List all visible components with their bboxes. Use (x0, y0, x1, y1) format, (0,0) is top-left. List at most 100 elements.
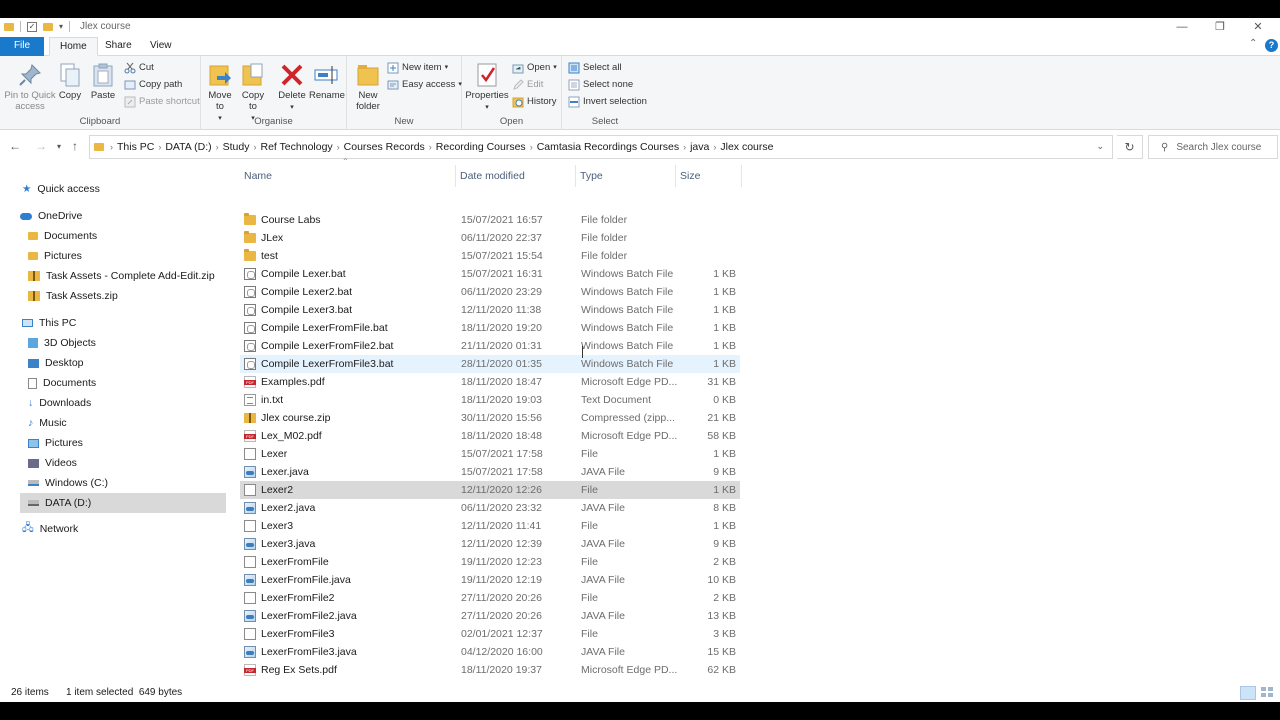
file-row[interactable]: Compile LexerFromFile2.bat 21/11/2020 01:… (240, 337, 740, 355)
file-row[interactable]: Lexer2 12/11/2020 12:26 File 1 KB (240, 481, 740, 499)
copy-to-button[interactable]: Copy to ▾ (239, 58, 267, 124)
select-none-button[interactable]: Select none (568, 77, 633, 92)
breadcrumb-java[interactable]: java (686, 141, 713, 153)
recent-locations-icon[interactable]: ▾ (57, 142, 61, 151)
search-input[interactable]: ⚲ Search Jlex course (1148, 135, 1278, 159)
forward-arrow-icon[interactable]: → (35, 139, 47, 153)
edit-button[interactable]: Edit (512, 77, 543, 92)
file-row[interactable]: Compile LexerFromFile3.bat 28/11/2020 01:… (240, 355, 740, 373)
nav-3d-objects[interactable]: 3D Objects (28, 333, 96, 353)
maximize-button[interactable]: ❐ (1200, 18, 1240, 36)
nav-windows-c[interactable]: Windows (C:) (28, 473, 108, 493)
close-button[interactable]: ✕ (1238, 18, 1278, 36)
nav-videos[interactable]: Videos (28, 453, 77, 473)
paste-shortcut-button[interactable]: Paste shortcut (124, 94, 200, 109)
customize-toolbar-icon[interactable]: ▾ (59, 22, 63, 31)
file-row[interactable]: Lexer2.java 06/11/2020 23:32 JAVA File 8 KB (240, 499, 740, 517)
breadcrumb-this-pc[interactable]: This PC (113, 141, 158, 153)
file-row[interactable]: Lex_M02.pdf 18/11/2020 18:48 Microsoft Edg… (240, 427, 740, 445)
large-icons-view-icon[interactable] (1260, 686, 1276, 700)
file-row[interactable]: Lexer3 12/11/2020 11:41 File 1 KB (240, 517, 740, 535)
breadcrumb-courses-records[interactable]: Courses Records (340, 141, 429, 153)
breadcrumb-recording-courses[interactable]: Recording Courses (432, 141, 530, 153)
select-all-button[interactable]: Select all (568, 60, 622, 75)
nav-this-pc[interactable]: This PC (22, 313, 76, 333)
nav-task-assets-complete-zip[interactable]: Task Assets - Complete Add-Edit.zip (28, 266, 215, 286)
refresh-icon[interactable]: ↻ (1117, 135, 1143, 159)
back-arrow-icon[interactable]: ← (9, 139, 21, 153)
breadcrumb-study[interactable]: Study (219, 141, 254, 153)
breadcrumb-ref-technology[interactable]: Ref Technology (256, 141, 336, 153)
file-row[interactable]: Compile Lexer3.bat 12/11/2020 11:38 Window… (240, 301, 740, 319)
history-button[interactable]: History (512, 94, 557, 109)
file-row[interactable]: Compile Lexer.bat 15/07/2021 16:31 Windows… (240, 265, 740, 283)
column-header-type[interactable]: Type (576, 165, 676, 187)
nav-pictures[interactable]: Pictures (28, 433, 83, 453)
file-row[interactable]: Examples.pdf 18/11/2020 18:47 Microsoft Ed… (240, 373, 740, 391)
file-row[interactable]: Course Labs 15/07/2021 16:57 File folder (240, 211, 740, 229)
nav-onedrive-pictures[interactable]: Pictures (28, 246, 82, 266)
breadcrumb-data-d[interactable]: DATA (D:) (161, 141, 215, 153)
nav-music[interactable]: ♪ Music (28, 413, 67, 433)
file-row[interactable]: JLex 06/11/2020 22:37 File folder (240, 229, 740, 247)
nav-network[interactable]: 🖧 Network (22, 519, 78, 539)
nav-onedrive-documents[interactable]: Documents (28, 226, 97, 246)
help-icon[interactable]: ? (1265, 39, 1278, 52)
nav-task-assets-zip[interactable]: Task Assets.zip (28, 286, 118, 306)
copy-path-button[interactable]: Copy path (124, 77, 182, 92)
pin-to-quick-access-button[interactable]: Pin to Quick access (4, 58, 56, 112)
column-header-name[interactable]: Name (240, 165, 456, 187)
file-row[interactable]: Lexer.java 15/07/2021 17:58 JAVA File 9 KB (240, 463, 740, 481)
file-row[interactable]: LexerFromFile 19/11/2020 12:23 File 2 KB (240, 553, 740, 571)
details-view-icon[interactable] (1240, 686, 1256, 700)
properties-button[interactable]: Properties ▾ (465, 58, 509, 113)
column-header-date[interactable]: Date modified (456, 165, 576, 187)
chevron-down-icon[interactable]: ⌄ (1096, 141, 1104, 152)
new-folder-button[interactable]: New folder (351, 58, 385, 112)
nav-onedrive[interactable]: OneDrive (20, 206, 82, 226)
address-bar[interactable]: › This PC › DATA (D:) › Study › Ref Tech… (89, 135, 1113, 159)
up-arrow-icon[interactable]: ↑ (72, 139, 78, 153)
invert-selection-button[interactable]: Invert selection (568, 94, 647, 109)
breadcrumb-camtasia-recordings-courses[interactable]: Camtasia Recordings Courses (533, 141, 683, 153)
nav-downloads[interactable]: ↓ Downloads (28, 393, 91, 413)
file-row[interactable]: in.txt 18/11/2020 19:03 Text Document 0 KB (240, 391, 740, 409)
nav-documents[interactable]: Documents (28, 373, 96, 393)
file-row[interactable]: Compile LexerFromFile.bat 18/11/2020 19:2… (240, 319, 740, 337)
file-row[interactable]: LexerFromFile3 02/01/2021 12:37 File 3 KB (240, 625, 740, 643)
new-item-button[interactable]: New item ▾ (387, 60, 448, 75)
properties-quick-icon[interactable]: ✓ (27, 21, 37, 32)
file-type: JAVA File (581, 502, 625, 514)
column-header-size[interactable]: Size (676, 165, 742, 187)
file-row[interactable]: Lexer3.java 12/11/2020 12:39 JAVA File 9 KB (240, 535, 740, 553)
breadcrumb-jlex-course[interactable]: Jlex course (716, 141, 777, 153)
file-row[interactable]: LexerFromFile2 27/11/2020 20:26 File 2 KB (240, 589, 740, 607)
nav-data-d[interactable]: DATA (D:) (20, 493, 226, 513)
tab-home[interactable]: Home (49, 37, 98, 56)
rename-button[interactable]: Rename (309, 58, 345, 101)
cut-button[interactable]: Cut (124, 60, 154, 75)
file-row[interactable]: LexerFromFile2.java 27/11/2020 20:26 JAVA … (240, 607, 740, 625)
paste-button[interactable]: Paste (89, 58, 117, 101)
file-row[interactable]: Jlex course.zip 30/11/2020 15:56 Compresse… (240, 409, 740, 427)
file-row[interactable]: Lexer 15/07/2021 17:58 File 1 KB (240, 445, 740, 463)
copy-button[interactable]: Copy (57, 58, 83, 101)
nav-desktop[interactable]: Desktop (28, 353, 84, 373)
new-folder-quick-icon[interactable] (43, 22, 53, 31)
file-row[interactable]: test 15/07/2021 15:54 File folder (240, 247, 740, 265)
open-button[interactable]: Open ▾ (512, 60, 557, 75)
file-row[interactable]: Compile Lexer2.bat 06/11/2020 23:29 Window… (240, 283, 740, 301)
minimize-button[interactable]: — (1162, 18, 1202, 36)
tab-share[interactable]: Share (95, 37, 142, 56)
file-row[interactable]: LexerFromFile3.java 04/12/2020 16:00 JAVA … (240, 643, 740, 661)
nav-quick-access[interactable]: ★ Quick access (22, 179, 100, 199)
file-row[interactable]: LexerFromFile.java 19/11/2020 12:19 JAVA F… (240, 571, 740, 589)
tab-file[interactable]: File (0, 37, 44, 56)
navigation-pane: ★ Quick access OneDrive Documents Pictur… (0, 173, 228, 683)
delete-button[interactable]: Delete ▾ (275, 58, 309, 113)
collapse-ribbon-icon[interactable]: ⌃ (1249, 38, 1257, 49)
move-to-button[interactable]: Move to ▾ (205, 58, 235, 124)
easy-access-button[interactable]: Easy access ▾ (387, 77, 462, 92)
tab-view[interactable]: View (140, 37, 182, 56)
file-row[interactable]: Reg Ex Sets.pdf 18/11/2020 19:37 Microsoft… (240, 661, 740, 679)
